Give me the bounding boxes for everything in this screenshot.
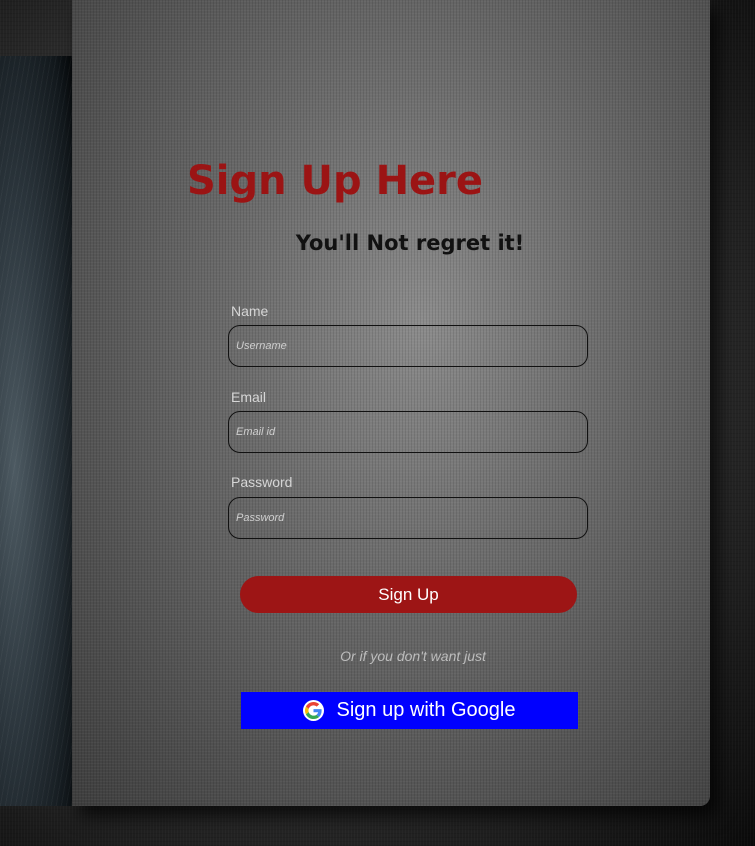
username-input[interactable]	[228, 325, 588, 367]
google-button-label: Sign up with Google	[336, 699, 516, 721]
alternative-signup-text: Or if you don't want just	[340, 648, 486, 664]
name-label: Name	[231, 303, 269, 319]
page-subtitle: You'll Not regret it!	[295, 231, 525, 255]
page-title: Sign Up Here	[186, 158, 484, 204]
sign-up-button[interactable]: Sign Up	[240, 576, 577, 613]
email-input[interactable]	[228, 411, 588, 453]
google-sign-up-button[interactable]: Sign up with Google	[241, 692, 578, 729]
signup-card	[72, 0, 710, 806]
google-g-icon	[303, 700, 325, 721]
password-input[interactable]	[228, 497, 588, 539]
email-label: Email	[231, 389, 267, 405]
password-label: Password	[231, 474, 293, 490]
